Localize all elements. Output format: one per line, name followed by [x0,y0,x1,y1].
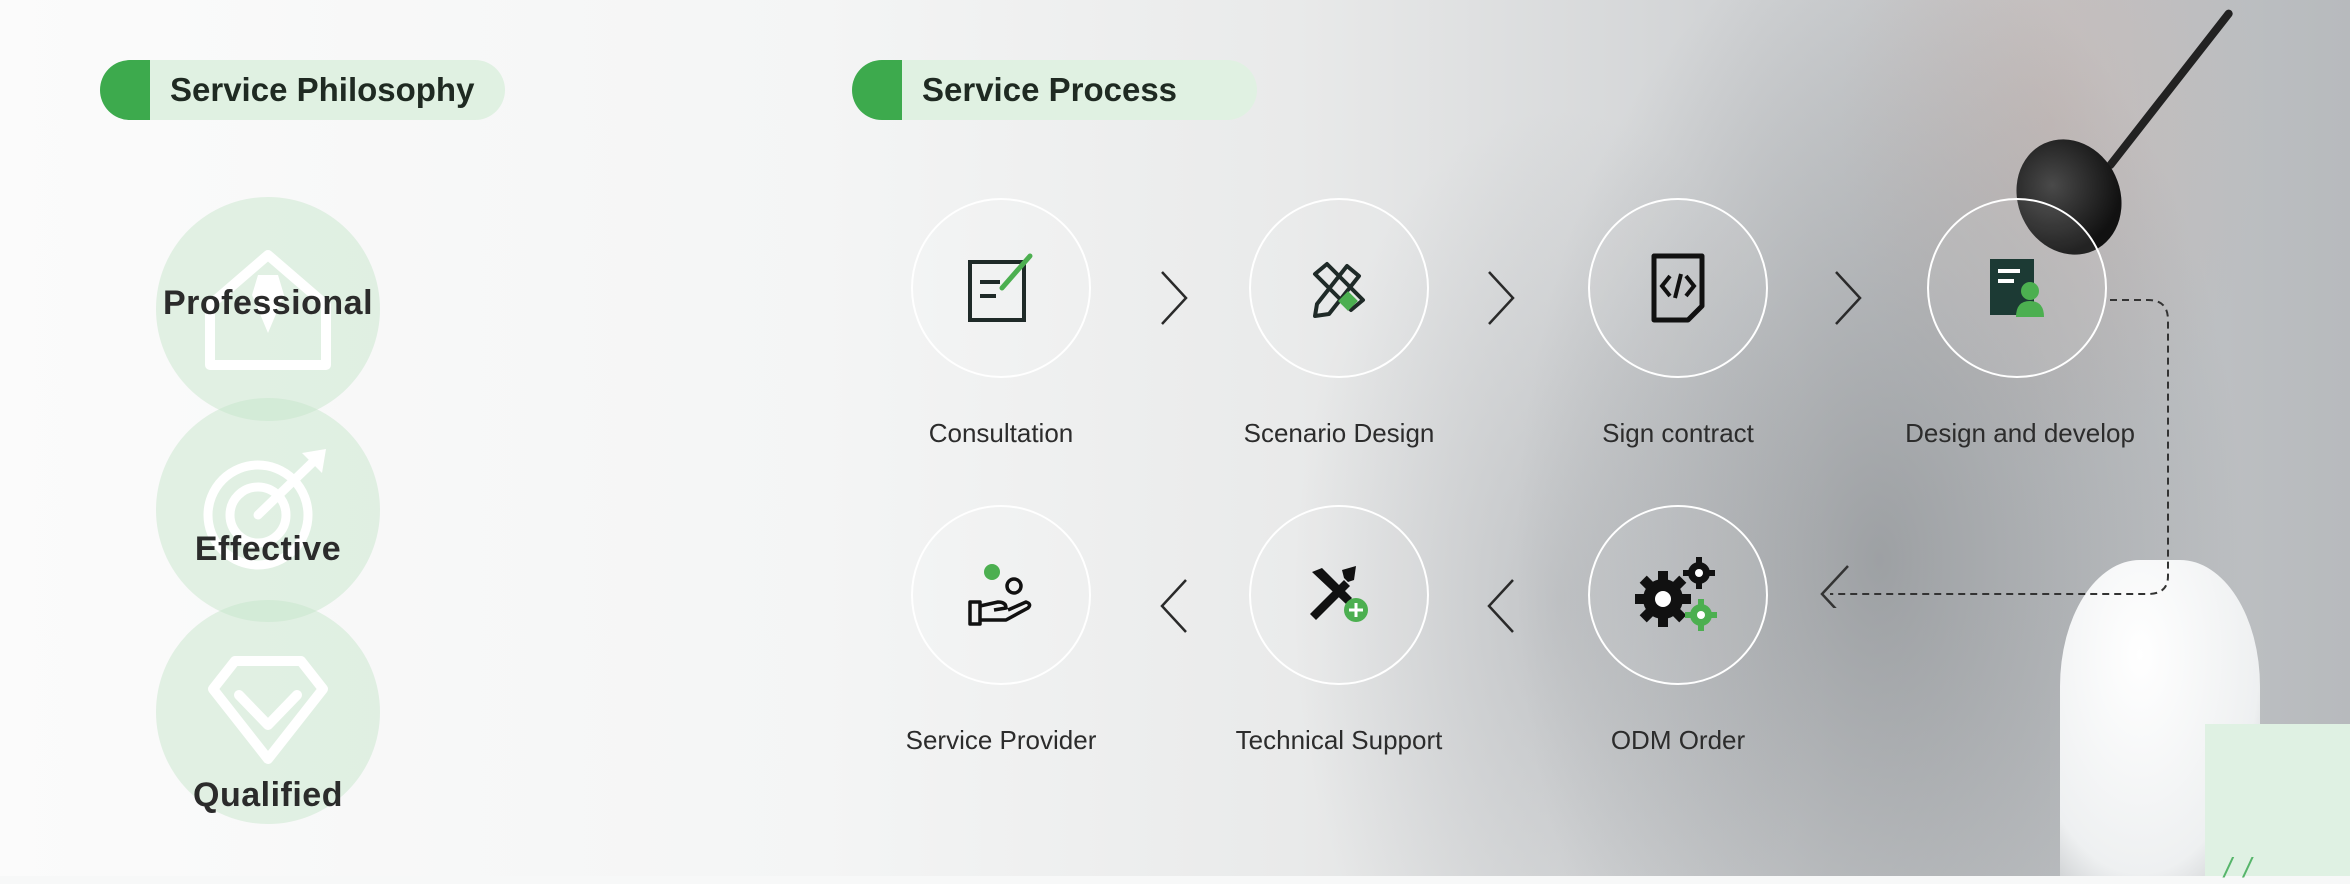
connector-dashed-line [1820,299,2169,608]
scenario-design-label: Scenario Design [1243,418,1435,448]
step-sign-contract[interactable] [1588,198,1768,378]
diamond-check-icon [208,656,328,764]
sign-contract-label: Sign contract [1602,418,1754,448]
process-header: Service Process [852,60,1257,120]
process-header-tab [852,60,902,120]
tools-plus-icon [1310,566,1368,622]
edit-note-icon [968,253,1033,322]
qualified-label: Qualified [193,776,343,814]
effective-label: Effective [194,530,342,568]
process-title: Service Process [902,60,1257,120]
chevron-right-icon [1161,271,1188,325]
step-technical-support[interactable] [1249,505,1429,685]
corner-stripes-icon: / / [2224,852,2254,883]
technical-support-label: Technical Support [1235,725,1443,755]
hand-people-icon [968,564,1032,626]
professional-label: Professional [162,284,374,322]
pen-ruler-icon [1313,262,1365,318]
chevron-right-icon [1488,271,1515,325]
step-scenario-design[interactable] [1249,198,1429,378]
chevron-left-icon [1487,579,1514,633]
philosophy-header: Service Philosophy [100,60,505,120]
chevron-left-icon [1160,579,1187,633]
gears-icon [1635,557,1717,631]
step-odm-order[interactable] [1588,505,1768,685]
code-document-icon [1651,253,1705,323]
consultation-label: Consultation [928,418,1074,448]
odm-order-label: ODM Order [1610,725,1746,755]
step-service-provider[interactable] [911,505,1091,685]
service-provider-label: Service Provider [905,725,1097,755]
philosophy-title: Service Philosophy [150,60,505,120]
philosophy-header-tab [100,60,150,120]
step-consultation[interactable] [911,198,1091,378]
